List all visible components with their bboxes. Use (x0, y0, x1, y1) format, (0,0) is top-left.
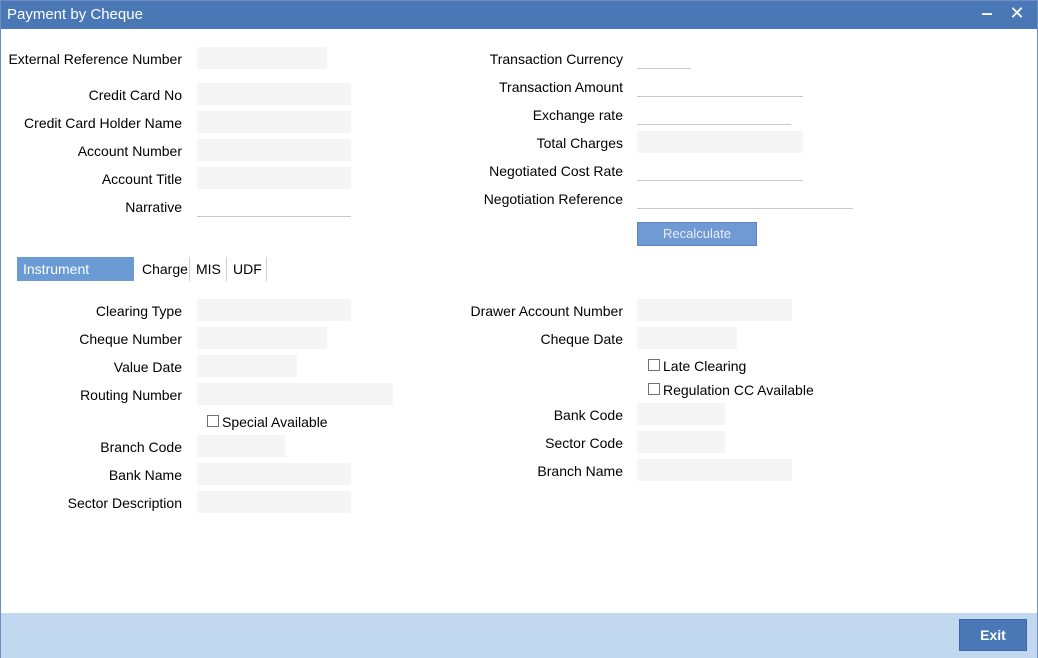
cheque-number-field[interactable] (197, 327, 327, 349)
tab-mis[interactable]: MIS (190, 257, 226, 281)
negotiation-reference-field[interactable] (637, 187, 853, 209)
clearing-type-label: Clearing Type (95, 303, 182, 319)
credit-card-no-field[interactable] (197, 83, 351, 105)
narrative-label: Narrative (125, 199, 182, 215)
transaction-currency-label: Transaction Currency (489, 51, 623, 67)
special-available-checkbox[interactable] (207, 415, 219, 427)
negotiated-cost-rate-label: Negotiated Cost Rate (489, 163, 623, 179)
title-bar: Payment by Cheque ‒ ✕ (1, 1, 1037, 29)
account-number-field[interactable] (197, 139, 351, 161)
bank-name-label: Bank Name (108, 467, 182, 483)
cheque-date-label: Cheque Date (540, 331, 623, 347)
close-icon[interactable]: ✕ (1007, 2, 1027, 24)
negotiation-reference-label: Negotiation Reference (483, 191, 623, 207)
cheque-date-field[interactable] (637, 327, 737, 349)
value-date-field[interactable] (197, 355, 297, 377)
tab-charge[interactable]: Charge (136, 257, 189, 281)
exit-button[interactable]: Exit (959, 619, 1027, 651)
clearing-type-field[interactable] (197, 299, 351, 321)
sector-description-field[interactable] (197, 491, 351, 513)
transaction-amount-label: Transaction Amount (499, 79, 623, 95)
sector-code-label: Sector Code (545, 435, 623, 451)
minimize-icon[interactable]: ‒ (977, 2, 997, 24)
account-number-label: Account Number (77, 143, 182, 159)
credit-card-no-label: Credit Card No (88, 87, 182, 103)
branch-name-field[interactable] (637, 459, 792, 481)
branch-name-label: Branch Name (537, 463, 623, 479)
late-clearing-checkbox[interactable] (648, 359, 660, 371)
tab-separator (266, 257, 267, 281)
drawer-account-number-field[interactable] (637, 299, 792, 321)
tab-udf[interactable]: UDF (227, 257, 266, 281)
exchange-rate-label: Exchange rate (532, 107, 623, 123)
footer-bar (1, 613, 1037, 658)
total-charges-field[interactable] (637, 131, 803, 153)
bank-code-label: Bank Code (553, 407, 623, 423)
exchange-rate-field[interactable] (637, 103, 791, 125)
bank-code-field[interactable] (637, 403, 725, 425)
branch-code-field[interactable] (197, 435, 285, 457)
routing-number-field[interactable] (197, 383, 393, 405)
narrative-field[interactable] (197, 195, 351, 217)
credit-card-holder-name-label: Credit Card Holder Name (24, 115, 182, 131)
account-title-field[interactable] (197, 167, 351, 189)
branch-code-label: Branch Code (100, 439, 182, 455)
payment-by-cheque-window: Payment by Cheque ‒ ✕ External Reference… (0, 0, 1038, 658)
routing-number-label: Routing Number (80, 387, 182, 403)
recalculate-button[interactable]: Recalculate (637, 222, 757, 246)
external-reference-number-label: External Reference Number (8, 51, 182, 67)
late-clearing-label: Late Clearing (663, 358, 747, 374)
total-charges-label: Total Charges (536, 135, 623, 151)
account-title-label: Account Title (101, 171, 182, 187)
cheque-number-label: Cheque Number (79, 331, 182, 347)
regulation-cc-available-label: Regulation CC Available (663, 382, 814, 398)
tab-instrument-details[interactable]: Instrument Details (17, 257, 134, 301)
drawer-account-number-label: Drawer Account Number (470, 303, 623, 319)
external-reference-number-field[interactable] (197, 47, 327, 69)
sector-code-field[interactable] (637, 431, 725, 453)
negotiated-cost-rate-field[interactable] (637, 159, 803, 181)
value-date-label: Value Date (113, 359, 182, 375)
transaction-amount-field[interactable] (637, 75, 803, 97)
transaction-currency-field[interactable] (637, 47, 691, 69)
bank-name-field[interactable] (197, 463, 351, 485)
sector-description-label: Sector Description (67, 495, 182, 511)
credit-card-holder-name-field[interactable] (197, 111, 351, 133)
regulation-cc-available-checkbox[interactable] (648, 383, 660, 395)
special-available-label: Special Available (222, 414, 328, 430)
window-title: Payment by Cheque (7, 6, 143, 23)
